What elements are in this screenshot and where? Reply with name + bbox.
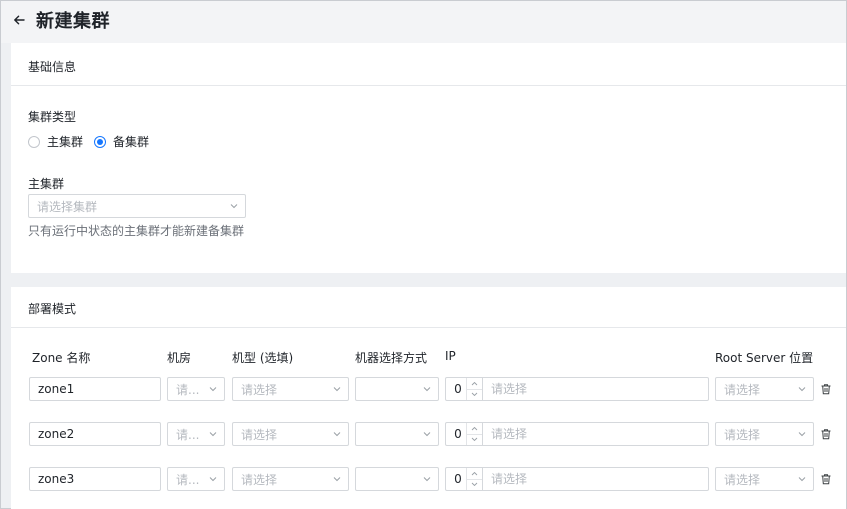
chevron-down-icon[interactable] xyxy=(467,478,482,491)
machine-type-select[interactable]: 请选择 xyxy=(232,422,349,446)
chevron-down-icon xyxy=(798,477,806,482)
chevron-down-icon xyxy=(333,477,341,482)
ip-count-stepper[interactable]: 0 xyxy=(445,422,483,446)
chevron-down-icon xyxy=(333,387,341,392)
primary-cluster-hint: 只有运行中状态的主集群才能新建备集群 xyxy=(28,224,245,238)
stepper-arrows xyxy=(466,378,482,400)
chevron-down-icon xyxy=(423,477,431,482)
primary-cluster-select[interactable]: 请选择集群 xyxy=(28,194,246,218)
select-placeholder: 请... xyxy=(176,472,200,487)
machine-select-mode[interactable] xyxy=(355,377,439,401)
chevron-down-icon xyxy=(333,432,341,437)
divider xyxy=(11,327,846,328)
back-arrow-icon[interactable] xyxy=(11,12,27,28)
divider xyxy=(11,85,846,86)
select-placeholder: 请选择 xyxy=(241,472,278,487)
room-select[interactable]: 请... xyxy=(167,377,225,401)
zone-name-input[interactable] xyxy=(29,377,161,401)
col-machine-type: 机型 (选填) xyxy=(232,351,294,365)
trash-icon[interactable] xyxy=(820,473,832,485)
select-placeholder: 请选择集群 xyxy=(37,199,98,214)
zone-name-input[interactable] xyxy=(29,422,161,446)
machine-select-mode[interactable] xyxy=(355,422,439,446)
chevron-down-icon xyxy=(209,387,217,392)
col-ip: IP xyxy=(445,349,456,363)
chevron-down-icon xyxy=(798,432,806,437)
select-placeholder: 请选择 xyxy=(724,382,761,397)
machine-select-mode[interactable] xyxy=(355,467,439,491)
radio-label: 主集群 xyxy=(47,135,84,149)
radio-label: 备集群 xyxy=(113,135,150,149)
chevron-up-icon[interactable] xyxy=(467,423,482,434)
chevron-up-icon[interactable] xyxy=(467,468,482,479)
deploy-mode-card: 部署模式 Zone 名称 机房 机型 (选填) 机器选择方式 IP Root S… xyxy=(11,287,846,509)
chevron-down-icon[interactable] xyxy=(467,433,482,446)
basic-info-card: 基础信息 集群类型 主集群 备集群 主集群 请选择集群 只有运行中状态的主集群才… xyxy=(11,43,846,273)
stepper-value: 0 xyxy=(454,382,462,396)
page-title: 新建集群 xyxy=(36,11,110,32)
chevron-up-icon[interactable] xyxy=(467,378,482,389)
zone-name-input[interactable] xyxy=(29,467,161,491)
primary-cluster-label: 主集群 xyxy=(28,177,65,191)
root-server-select[interactable]: 请选择 xyxy=(715,377,814,401)
deploy-mode-title: 部署模式 xyxy=(28,302,77,316)
cluster-type-label: 集群类型 xyxy=(28,110,77,124)
chevron-down-icon xyxy=(209,432,217,437)
trash-icon[interactable] xyxy=(820,383,832,395)
chevron-down-icon xyxy=(423,432,431,437)
radio-circle-checked[interactable] xyxy=(94,135,106,148)
col-room: 机房 xyxy=(167,351,192,365)
select-placeholder: 请选择 xyxy=(241,382,278,397)
chevron-down-icon xyxy=(423,387,431,392)
stepper-value: 0 xyxy=(454,472,462,486)
room-select[interactable]: 请... xyxy=(167,422,225,446)
col-machine-select: 机器选择方式 xyxy=(355,351,428,365)
ip-input[interactable] xyxy=(483,422,709,446)
ip-count-stepper[interactable]: 0 xyxy=(445,377,483,401)
machine-type-select[interactable]: 请选择 xyxy=(232,467,349,491)
select-placeholder: 请选择 xyxy=(724,427,761,442)
trash-icon[interactable] xyxy=(820,428,832,440)
select-placeholder: 请... xyxy=(176,427,200,442)
radio-circle[interactable] xyxy=(28,135,40,148)
basic-info-title: 基础信息 xyxy=(28,60,77,74)
radio-standby-cluster[interactable]: 备集群 xyxy=(94,133,149,150)
select-placeholder: 请... xyxy=(176,382,200,397)
col-root-server: Root Server 位置 xyxy=(715,351,814,365)
ip-input[interactable] xyxy=(483,467,709,491)
page-header: 新建集群 xyxy=(1,1,846,43)
stepper-arrows xyxy=(466,423,482,445)
select-placeholder: 请选择 xyxy=(724,472,761,487)
col-zone-name: Zone 名称 xyxy=(32,351,91,365)
chevron-down-icon xyxy=(798,387,806,392)
root-server-select[interactable]: 请选择 xyxy=(715,467,814,491)
chevron-down-icon xyxy=(230,204,238,209)
radio-primary-cluster[interactable]: 主集群 xyxy=(28,133,83,150)
ip-count-stepper[interactable]: 0 xyxy=(445,467,483,491)
stepper-arrows xyxy=(466,468,482,490)
chevron-down-icon[interactable] xyxy=(467,388,482,401)
ip-input[interactable] xyxy=(483,377,709,401)
machine-type-select[interactable]: 请选择 xyxy=(232,377,349,401)
chevron-down-icon xyxy=(209,477,217,482)
stepper-value: 0 xyxy=(454,427,462,441)
root-server-select[interactable]: 请选择 xyxy=(715,422,814,446)
select-placeholder: 请选择 xyxy=(241,427,278,442)
room-select[interactable]: 请... xyxy=(167,467,225,491)
